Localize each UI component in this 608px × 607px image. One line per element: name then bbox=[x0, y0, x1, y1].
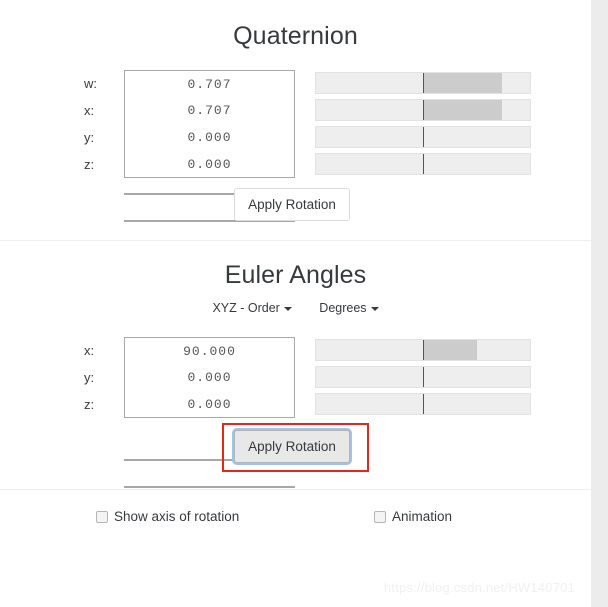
quaternion-slider-x-fill bbox=[423, 100, 502, 120]
quaternion-row-w: w: 0.707 bbox=[0, 70, 591, 97]
euler-slider-z[interactable] bbox=[315, 393, 531, 415]
euler-input-y[interactable]: 0.000 bbox=[124, 364, 295, 391]
quaternion-slider-w-center bbox=[423, 73, 424, 93]
quaternion-input-y[interactable]: 0.000 bbox=[124, 124, 295, 151]
euler-slider-z-center bbox=[423, 394, 424, 414]
euler-section: Euler Angles XYZ - Order Degrees x: 90.0… bbox=[0, 241, 591, 489]
quaternion-input-x[interactable]: 0.707 bbox=[124, 97, 295, 124]
euler-submenu: XYZ - Order Degrees bbox=[0, 301, 591, 315]
euler-order-dropdown-label: XYZ - Order bbox=[212, 301, 280, 315]
quaternion-slider-z-center bbox=[423, 154, 424, 174]
euler-label-z: z: bbox=[84, 397, 95, 412]
euler-slider-x-center bbox=[423, 340, 424, 360]
euler-input-x[interactable]: 90.000 bbox=[124, 337, 295, 364]
euler-label-y: y: bbox=[84, 370, 95, 385]
animation-label: Animation bbox=[392, 509, 453, 524]
euler-order-dropdown[interactable]: XYZ - Order bbox=[212, 301, 292, 315]
show-axis-of-rotation-checkbox-row[interactable]: Show axis of rotation bbox=[96, 509, 239, 524]
quaternion-row-x: x: 0.707 bbox=[0, 97, 591, 124]
euler-slider-y-center bbox=[423, 367, 424, 387]
euler-input-z-value: 0.000 bbox=[187, 396, 232, 412]
show-axis-of-rotation-label: Show axis of rotation bbox=[114, 509, 240, 524]
quaternion-input-z[interactable]: 0.000 bbox=[124, 151, 295, 178]
checkbox-icon[interactable] bbox=[96, 510, 108, 523]
quaternion-label-w: w: bbox=[84, 76, 97, 91]
quaternion-input-y-value: 0.000 bbox=[187, 130, 232, 145]
euler-input-y-value: 0.000 bbox=[187, 370, 232, 385]
chevron-down-icon bbox=[283, 306, 292, 311]
euler-row-y: y: 0.000 bbox=[0, 364, 591, 391]
euler-slider-x[interactable] bbox=[315, 339, 531, 361]
quaternion-title: Quaternion bbox=[233, 22, 358, 50]
watermark-text: https://blog.csdn.net/HW140701 bbox=[383, 580, 575, 595]
quaternion-section: Quaternion w: 0.707 x: 0.707 y: 0.000 z:… bbox=[0, 0, 591, 240]
checkbox-icon[interactable] bbox=[374, 510, 386, 523]
quaternion-row-y: y: 0.000 bbox=[0, 124, 591, 151]
quaternion-row-z: z: 0.000 bbox=[0, 151, 591, 178]
quaternion-input-w-value: 0.707 bbox=[187, 76, 232, 92]
quaternion-slider-x-center bbox=[423, 100, 424, 120]
euler-units-dropdown-label: Degrees bbox=[319, 301, 367, 315]
chevron-down-icon bbox=[370, 306, 379, 311]
quaternion-slider-z[interactable] bbox=[315, 153, 531, 175]
euler-slider-x-fill bbox=[423, 340, 477, 360]
quaternion-slider-w-fill bbox=[423, 73, 502, 93]
euler-slider-y[interactable] bbox=[315, 366, 531, 388]
quaternion-label-x: x: bbox=[84, 103, 95, 118]
quaternion-input-z-value: 0.000 bbox=[187, 156, 232, 172]
euler-units-dropdown[interactable]: Degrees bbox=[319, 301, 379, 315]
app-page: Quaternion w: 0.707 x: 0.707 y: 0.000 z:… bbox=[0, 0, 591, 607]
page-scrollbar-gutter[interactable] bbox=[591, 0, 608, 607]
quaternion-apply-rotation-button[interactable]: Apply Rotation bbox=[234, 188, 350, 221]
euler-apply-rotation-button[interactable]: Apply Rotation bbox=[234, 430, 350, 463]
section-divider-2 bbox=[0, 489, 591, 490]
quaternion-rows: w: 0.707 x: 0.707 y: 0.000 z: 0.000 bbox=[0, 70, 591, 222]
quaternion-label-y: y: bbox=[84, 130, 95, 145]
quaternion-label-z: z: bbox=[84, 157, 95, 172]
quaternion-slider-y-center bbox=[423, 127, 424, 147]
field-separator bbox=[124, 486, 295, 488]
euler-title: Euler Angles bbox=[224, 261, 367, 289]
quaternion-slider-w[interactable] bbox=[315, 72, 531, 94]
euler-rows: x: 90.000 y: 0.000 z: 0.000 bbox=[0, 337, 591, 488]
euler-input-x-value: 90.000 bbox=[183, 343, 236, 359]
euler-input-z[interactable]: 0.000 bbox=[124, 391, 295, 418]
animation-checkbox-row[interactable]: Animation bbox=[374, 509, 452, 524]
euler-row-z: z: 0.000 bbox=[0, 391, 591, 418]
quaternion-input-w[interactable]: 0.707 bbox=[124, 70, 295, 97]
quaternion-slider-x[interactable] bbox=[315, 99, 531, 121]
quaternion-slider-y[interactable] bbox=[315, 126, 531, 148]
quaternion-input-x-value: 0.707 bbox=[187, 103, 232, 118]
euler-label-x: x: bbox=[84, 343, 95, 358]
euler-row-x: x: 90.000 bbox=[0, 337, 591, 364]
